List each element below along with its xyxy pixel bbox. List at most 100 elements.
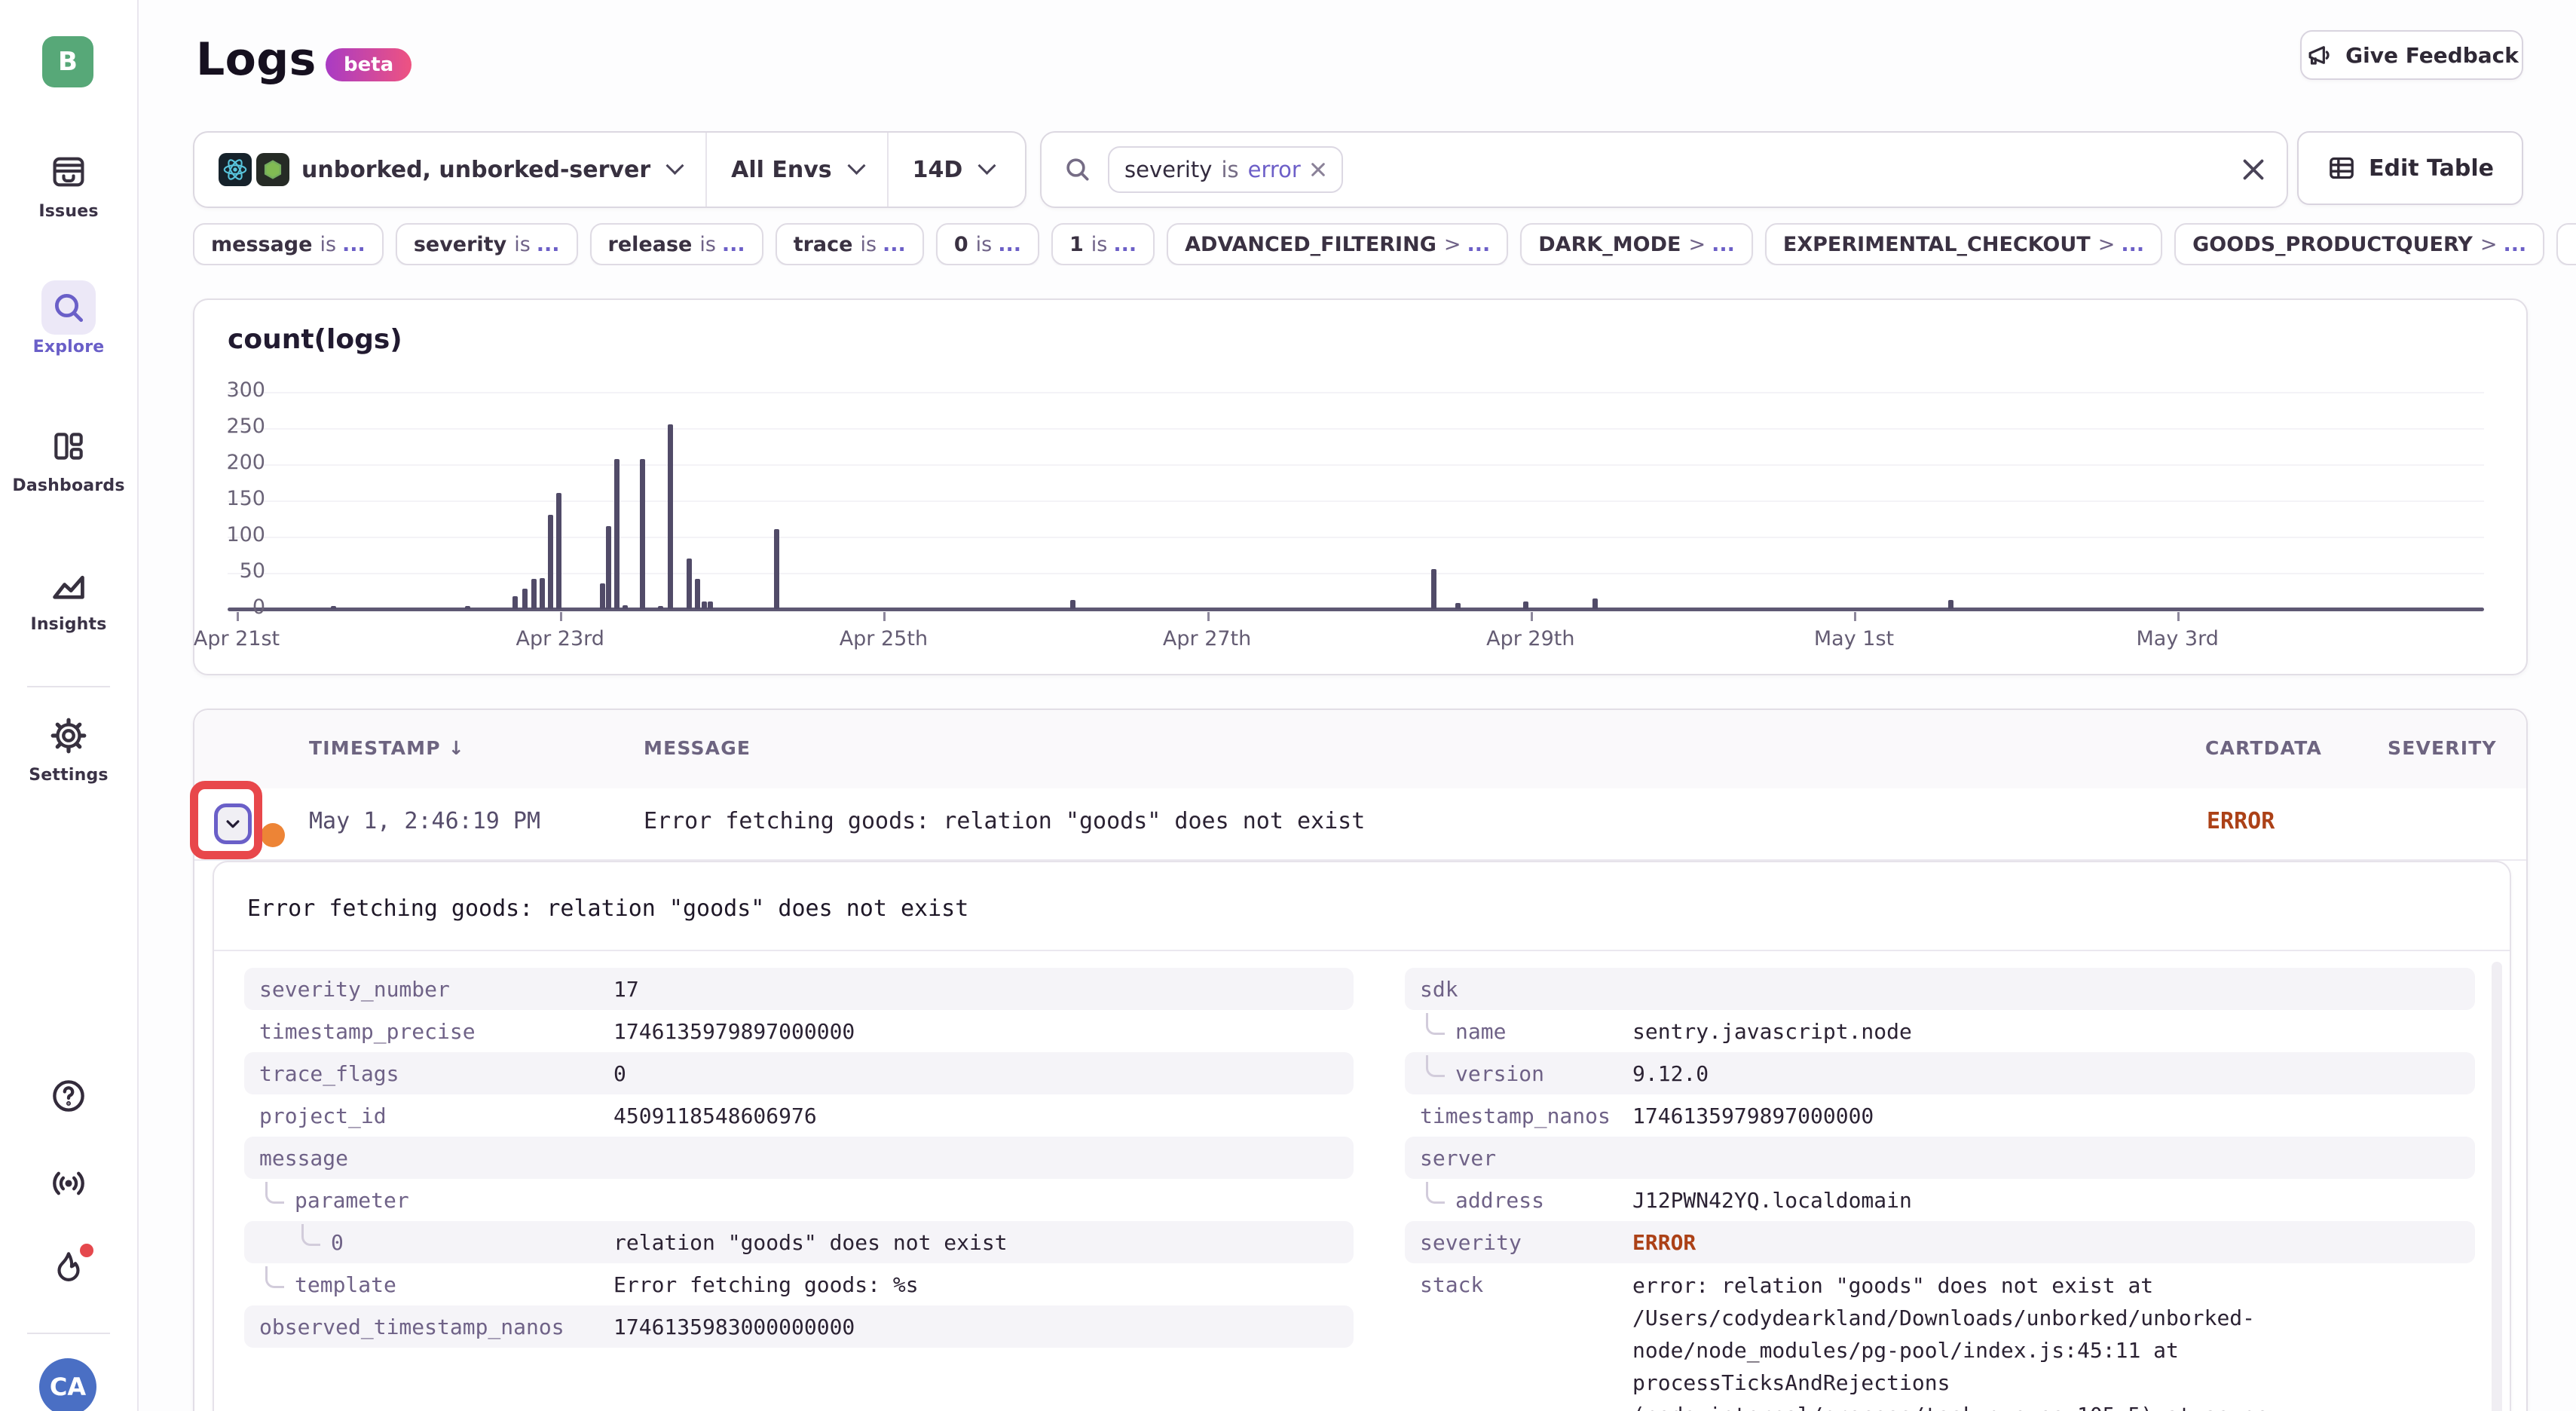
sidebar-broadcast-button[interactable] [0, 1164, 137, 1209]
sidebar-item-settings[interactable]: Settings [0, 709, 137, 785]
detail-key: name [1405, 1019, 1632, 1044]
panel-scrollbar[interactable] [2492, 962, 2502, 1411]
chart-bar[interactable] [702, 601, 707, 609]
chart-bar[interactable] [465, 606, 470, 609]
column-header-message[interactable]: MESSAGE [644, 737, 751, 759]
chart-bar[interactable] [695, 579, 700, 609]
sidebar-item-explore[interactable]: Explore [0, 280, 137, 357]
chart-bar[interactable] [1070, 600, 1075, 609]
project-selector[interactable]: unborked, unborked-server [194, 133, 705, 207]
chart-bar[interactable] [623, 605, 628, 609]
detail-key-text: timestamp_precise [259, 1019, 476, 1044]
detail-key-text: observed_timestamp_nanos [259, 1315, 564, 1339]
chart-bar[interactable] [668, 424, 673, 609]
sidebar-item-label: Issues [0, 202, 137, 221]
chart-bar[interactable] [708, 601, 713, 609]
beta-badge: beta [326, 48, 411, 81]
environment-selector-label: All Envs [731, 157, 832, 183]
chart-bar[interactable] [606, 526, 611, 609]
log-message: Error fetching goods: relation "goods" d… [644, 808, 1365, 834]
chart-bar[interactable] [331, 606, 336, 609]
chart-x-tick [1531, 612, 1533, 621]
chart-bar[interactable] [1948, 600, 1953, 609]
detail-key: address [1405, 1188, 1632, 1213]
chart-bar[interactable] [531, 579, 537, 609]
quick-filter-chip-dark_mode[interactable]: DARK_MODE>... [1520, 223, 1753, 265]
detail-row-project_id: project_id4509118548606976 [244, 1094, 1354, 1137]
quick-filter-chip-message[interactable]: messageis... [193, 223, 384, 265]
chart-x-tick [2177, 612, 2180, 621]
chart-bar[interactable] [614, 459, 620, 609]
detail-key-text: severity [1420, 1230, 1522, 1255]
search-filter-token[interactable]: severity is error [1108, 146, 1343, 193]
chart-bar[interactable] [522, 589, 528, 609]
chart-bar[interactable] [658, 606, 663, 609]
chip-value-ellipsis: ... [537, 233, 560, 256]
user-avatar[interactable]: CA [39, 1358, 96, 1411]
chip-operator: > [1444, 233, 1461, 256]
chip-field: 0 [954, 233, 968, 256]
explore-icon [41, 280, 96, 335]
chart-bar[interactable] [774, 529, 779, 609]
quick-filter-chip-severity[interactable]: severityis... [396, 223, 578, 265]
quick-filter-chip-1[interactable]: 1is... [1051, 223, 1155, 265]
chart-gridline [228, 392, 2484, 393]
search-bar[interactable]: severity is error [1040, 131, 2288, 208]
chart-bar[interactable] [1455, 603, 1461, 609]
log-row[interactable]: May 1, 2:46:19 PM Error fetching goods: … [194, 788, 2526, 861]
chart-bar[interactable] [1523, 601, 1528, 609]
sidebar-help-button[interactable] [0, 1076, 137, 1122]
chart-bar[interactable] [556, 493, 561, 609]
quick-filter-chip-goods_productquery[interactable]: GOODS_PRODUCTQUERY>... [2174, 223, 2544, 265]
date-range-selector[interactable]: 14D [887, 133, 1018, 207]
detail-value: 0 [613, 1061, 1354, 1086]
detail-key: message [244, 1146, 613, 1171]
chart-x-tick-label: Apr 25th [815, 627, 951, 650]
page-title: Logs [196, 33, 317, 86]
chart-x-tick-label: Apr 23rd [492, 627, 628, 650]
see-full-list-chip[interactable]: See full list [2556, 223, 2576, 265]
chip-operator: is [699, 233, 716, 256]
chart-bar[interactable] [1592, 598, 1598, 609]
chart-bar[interactable] [512, 596, 518, 609]
column-header-timestamp[interactable]: TIMESTAMP ↓ [309, 737, 465, 759]
chart-bar[interactable] [540, 578, 545, 609]
detail-key-text: name [1455, 1019, 1506, 1044]
clear-search-icon[interactable] [2241, 133, 2265, 207]
sidebar-item-issues[interactable]: Issues [0, 145, 137, 221]
chart-bar[interactable] [687, 559, 692, 609]
org-logo[interactable]: B [42, 36, 93, 87]
chart-bar[interactable] [1431, 569, 1436, 609]
environment-selector[interactable]: All Envs [705, 133, 887, 207]
sidebar-item-dashboards[interactable]: Dashboards [0, 419, 137, 495]
edit-table-button[interactable]: Edit Table [2297, 131, 2523, 205]
remove-token-icon[interactable] [1310, 161, 1326, 178]
detail-key-text: trace_flags [259, 1061, 399, 1086]
quick-filter-chip-0[interactable]: 0is... [936, 223, 1039, 265]
quick-filter-chip-experimental_checkout[interactable]: EXPERIMENTAL_CHECKOUT>... [1765, 223, 2162, 265]
edit-table-label: Edit Table [2369, 155, 2494, 182]
sidebar-item-insights[interactable]: Insights [0, 558, 137, 634]
chart-x-tick [560, 612, 562, 621]
detail-row-address: addressJ12PWN42YQ.localdomain [1405, 1179, 2475, 1221]
column-header-severity[interactable]: SEVERITY [2388, 737, 2497, 759]
quick-filter-chip-trace[interactable]: traceis... [776, 223, 924, 265]
give-feedback-button[interactable]: Give Feedback [2300, 30, 2523, 80]
sidebar-whats-new-button[interactable] [0, 1248, 137, 1292]
column-header-cartdata[interactable]: CARTDATA [2205, 737, 2322, 759]
detail-key-text: server [1420, 1146, 1496, 1171]
chart-x-tick-label: May 1st [1786, 627, 1922, 650]
logs-table: TIMESTAMP ↓ MESSAGE CARTDATA SEVERITY Ma… [193, 709, 2528, 1411]
quick-filter-chip-release[interactable]: releaseis... [590, 223, 763, 265]
chip-operator: is [320, 233, 336, 256]
chip-field: GOODS_PRODUCTQUERY [2192, 233, 2473, 256]
detail-row-0: 0relation "goods" does not exist [244, 1221, 1354, 1263]
chart-bar[interactable] [548, 515, 553, 609]
detail-title: Error fetching goods: relation "goods" d… [247, 895, 968, 922]
broadcast-icon [49, 1164, 88, 1203]
page-filter-bar: unborked, unborked-server All Envs 14D [193, 131, 1026, 208]
quick-filter-chip-advanced_filtering[interactable]: ADVANCED_FILTERING>... [1167, 223, 1508, 265]
chart-y-tick-label: 200 [191, 451, 265, 474]
chart-bar[interactable] [600, 583, 605, 609]
chart-bar[interactable] [640, 459, 645, 609]
